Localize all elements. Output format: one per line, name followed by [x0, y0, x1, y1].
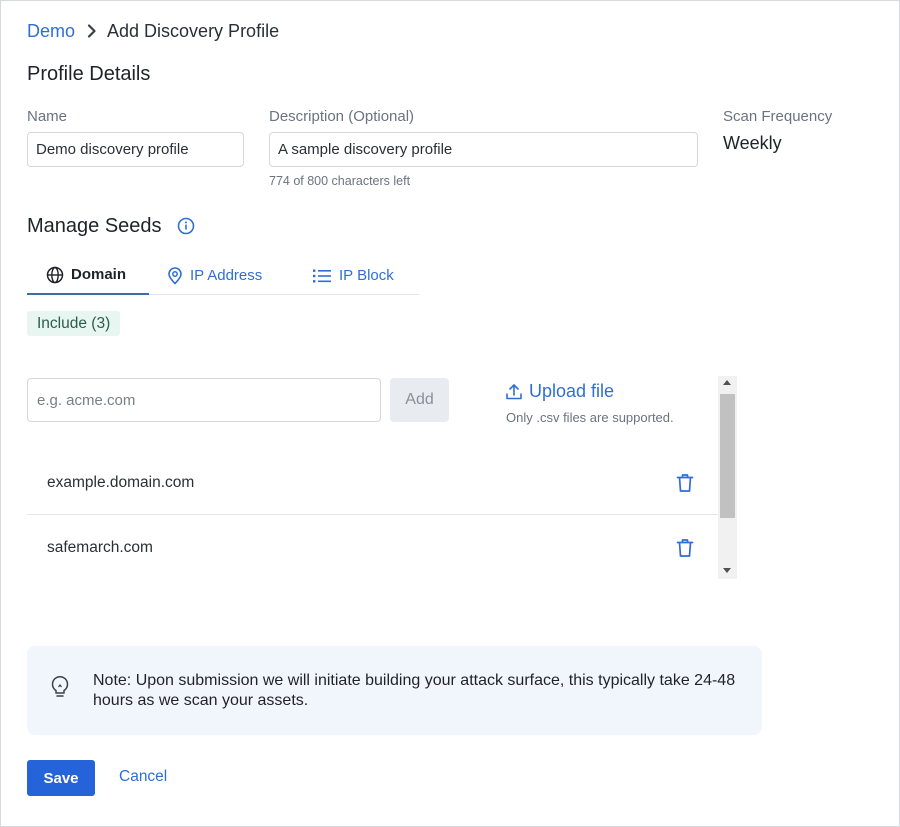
- breadcrumb: Demo Add Discovery Profile: [27, 19, 279, 43]
- submission-note: Note: Upon submission we will initiate b…: [27, 646, 762, 735]
- seed-value: safemarch.com: [47, 539, 153, 556]
- upload-icon: [506, 383, 522, 399]
- tab-domain-label: Domain: [71, 266, 127, 283]
- add-seed-button[interactable]: Add: [390, 378, 449, 422]
- seed-list-scrollbar[interactable]: [718, 376, 737, 579]
- characters-left-hint: 774 of 800 characters left: [269, 174, 411, 188]
- name-input[interactable]: [27, 132, 244, 167]
- scan-frequency-label: Scan Frequency: [723, 108, 833, 125]
- note-text: Note: Upon submission we will initiate b…: [93, 672, 736, 709]
- info-icon[interactable]: [177, 217, 195, 235]
- seed-domain-input[interactable]: [27, 378, 381, 422]
- tab-domain[interactable]: Domain: [27, 256, 149, 295]
- trash-icon[interactable]: [676, 473, 694, 493]
- include-count-badge: Include (3): [27, 311, 121, 336]
- trash-icon[interactable]: [676, 538, 694, 558]
- globe-icon: [46, 266, 64, 283]
- save-button[interactable]: Save: [27, 760, 95, 796]
- tab-ip-address[interactable]: IP Address: [167, 256, 262, 295]
- list-icon: [313, 269, 331, 282]
- description-label: Description (Optional): [269, 108, 415, 125]
- description-input[interactable]: [269, 132, 698, 167]
- tab-ip-address-label: IP Address: [190, 267, 263, 284]
- scroll-down-arrow-icon[interactable]: [723, 568, 731, 573]
- upload-file-label: Upload file: [529, 381, 615, 401]
- upload-file-link[interactable]: Upload file: [505, 381, 614, 402]
- name-label: Name: [27, 108, 68, 125]
- seed-row: safemarch.com: [27, 516, 718, 580]
- breadcrumb-current: Add Discovery Profile: [107, 20, 280, 41]
- profile-details-title: Profile Details: [27, 63, 151, 85]
- upload-hint: Only .csv files are supported.: [506, 410, 674, 425]
- cancel-button[interactable]: Cancel: [119, 768, 167, 786]
- lightbulb-icon: [51, 676, 69, 697]
- scan-frequency-value: Weekly: [723, 133, 782, 153]
- location-pin-icon: [168, 266, 182, 284]
- scroll-up-arrow-icon[interactable]: [723, 380, 731, 385]
- tab-ip-block[interactable]: IP Block: [312, 256, 394, 295]
- seed-row: example.domain.com: [27, 451, 718, 515]
- chevron-right-icon: [87, 24, 97, 38]
- breadcrumb-demo-link[interactable]: Demo: [27, 21, 75, 42]
- manage-seeds-title: Manage Seeds: [27, 215, 162, 237]
- scroll-thumb[interactable]: [720, 394, 735, 518]
- seed-value: example.domain.com: [47, 473, 195, 491]
- seed-type-tabs: Domain IP Address IP Block: [27, 256, 419, 295]
- tab-ip-block-label: IP Block: [339, 267, 394, 284]
